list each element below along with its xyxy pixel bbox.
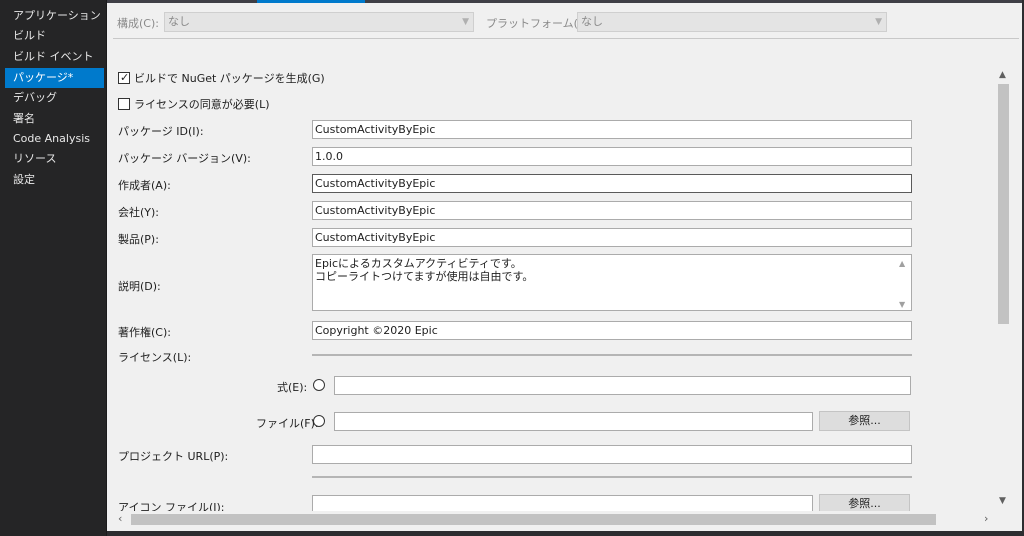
license-browse-button[interactable]: 参照... [819,411,910,431]
company-label: 会社(Y): [118,206,160,219]
sidebar-item-label: ビルド イベント [13,50,94,63]
sidebar-item-label: デバッグ [13,91,57,104]
sidebar-item-application[interactable]: アプリケーション [5,6,104,26]
sidebar-item-code-analysis[interactable]: Code Analysis [5,129,104,149]
require-license-label: ライセンスの同意が必要(L) [134,98,270,111]
icon-separator [312,476,912,478]
product-input[interactable]: CustomActivityByEpic [312,228,912,247]
description-line: コピーライトつけてますが使用は自由です。 [315,270,534,283]
chevron-down-icon[interactable]: ▼ [999,496,1006,506]
chevron-down-icon[interactable]: ▼ [899,298,905,311]
vertical-scroll-thumb[interactable] [998,84,1009,324]
description-textarea[interactable]: Epicによるカスタムアクティビティです。 コピーライトつけてますが使用は自由で… [312,254,912,311]
checkbox[interactable] [118,98,130,110]
horizontal-scrollbar[interactable]: ‹ › [113,511,997,528]
license-expression-radio[interactable] [313,379,325,391]
sidebar-item-signing[interactable]: 署名 [5,109,104,129]
sidebar-item-label: リソース [13,152,57,165]
vertical-scrollbar[interactable]: ▲ ▼ [995,66,1012,510]
checkmark-icon: ✓ [120,71,130,84]
content-pane: 構成(C): なし ▼ プラットフォーム(M): なし ▼ ✓ ビルドで NuGe… [107,3,1022,531]
package-version-input[interactable]: 1.0.0 [312,147,912,166]
license-file-label: ファイル(F): [256,417,319,430]
platform-select[interactable]: なし ▼ [577,12,887,32]
require-license-checkbox[interactable]: ライセンスの同意が必要(L) [118,97,270,113]
chevron-down-icon: ▼ [875,17,882,27]
sidebar-item-settings[interactable]: 設定 [5,170,104,190]
project-url-input[interactable] [312,445,912,464]
divider [113,38,1019,39]
configuration-select[interactable]: なし ▼ [164,12,474,32]
package-settings-form: ✓ ビルドで NuGet パッケージを生成(G) ライセンスの同意が必要(L) パ… [107,65,1012,513]
description-line: Epicによるカスタムアクティビティです。 [315,257,522,270]
configuration-label: 構成(C): [117,17,159,30]
company-input[interactable]: CustomActivityByEpic [312,201,912,220]
copyright-input[interactable]: Copyright ©2020 Epic [312,321,912,340]
bottom-frame [107,531,1024,536]
chevron-up-icon[interactable]: ▲ [999,70,1006,80]
package-version-label: パッケージ バージョン(V): [118,152,251,165]
authors-input[interactable]: CustomActivityByEpic [312,174,912,193]
sidebar-item-label: Code Analysis [13,132,90,145]
platform-value: なし [581,15,603,28]
generate-on-build-label: ビルドで NuGet パッケージを生成(G) [134,72,325,85]
chevron-up-icon[interactable]: ▲ [899,257,905,270]
generate-on-build-checkbox[interactable]: ✓ ビルドで NuGet パッケージを生成(G) [118,71,325,87]
sidebar: アプリケーション ビルド ビルド イベント パッケージ* デバッグ 署名 Cod… [0,0,107,536]
sidebar-item-label: 署名 [13,112,35,125]
project-properties-window: アプリケーション ビルド ビルド イベント パッケージ* デバッグ 署名 Cod… [0,0,1024,536]
sidebar-item-label: ビルド [13,29,46,42]
sidebar-item-label: アプリケーション [13,9,101,22]
description-label: 説明(D): [118,280,161,293]
copyright-label: 著作権(C): [118,326,171,339]
sidebar-item-resources[interactable]: リソース [5,149,104,169]
configuration-bar: 構成(C): なし ▼ プラットフォーム(M): なし ▼ [107,3,1022,41]
sidebar-item-label: 設定 [13,173,35,186]
sidebar-item-debug[interactable]: デバッグ [5,88,104,108]
license-separator [312,354,912,356]
checkbox[interactable]: ✓ [118,71,130,84]
sidebar-item-build[interactable]: ビルド [5,26,104,46]
package-id-label: パッケージ ID(I): [118,125,204,138]
package-id-input[interactable]: CustomActivityByEpic [312,120,912,139]
sidebar-item-build-events[interactable]: ビルド イベント [5,47,104,67]
chevron-down-icon: ▼ [462,17,469,27]
chevron-left-icon[interactable]: ‹ [118,512,122,525]
project-url-label: プロジェクト URL(P): [118,450,229,463]
textarea-scrollbar[interactable]: ▲ ▼ [896,255,911,310]
authors-label: 作成者(A): [118,179,171,192]
license-expression-input[interactable] [334,376,911,395]
license-file-input[interactable] [334,412,813,431]
license-label: ライセンス(L): [118,351,192,364]
product-label: 製品(P): [118,233,159,246]
sidebar-item-package[interactable]: パッケージ* [5,68,104,88]
horizontal-scroll-thumb[interactable] [131,514,936,525]
license-file-radio[interactable] [313,415,325,427]
sidebar-item-label: パッケージ* [13,71,74,84]
chevron-right-icon[interactable]: › [984,512,988,525]
configuration-value: なし [168,15,190,28]
license-expression-label: 式(E): [277,381,308,394]
